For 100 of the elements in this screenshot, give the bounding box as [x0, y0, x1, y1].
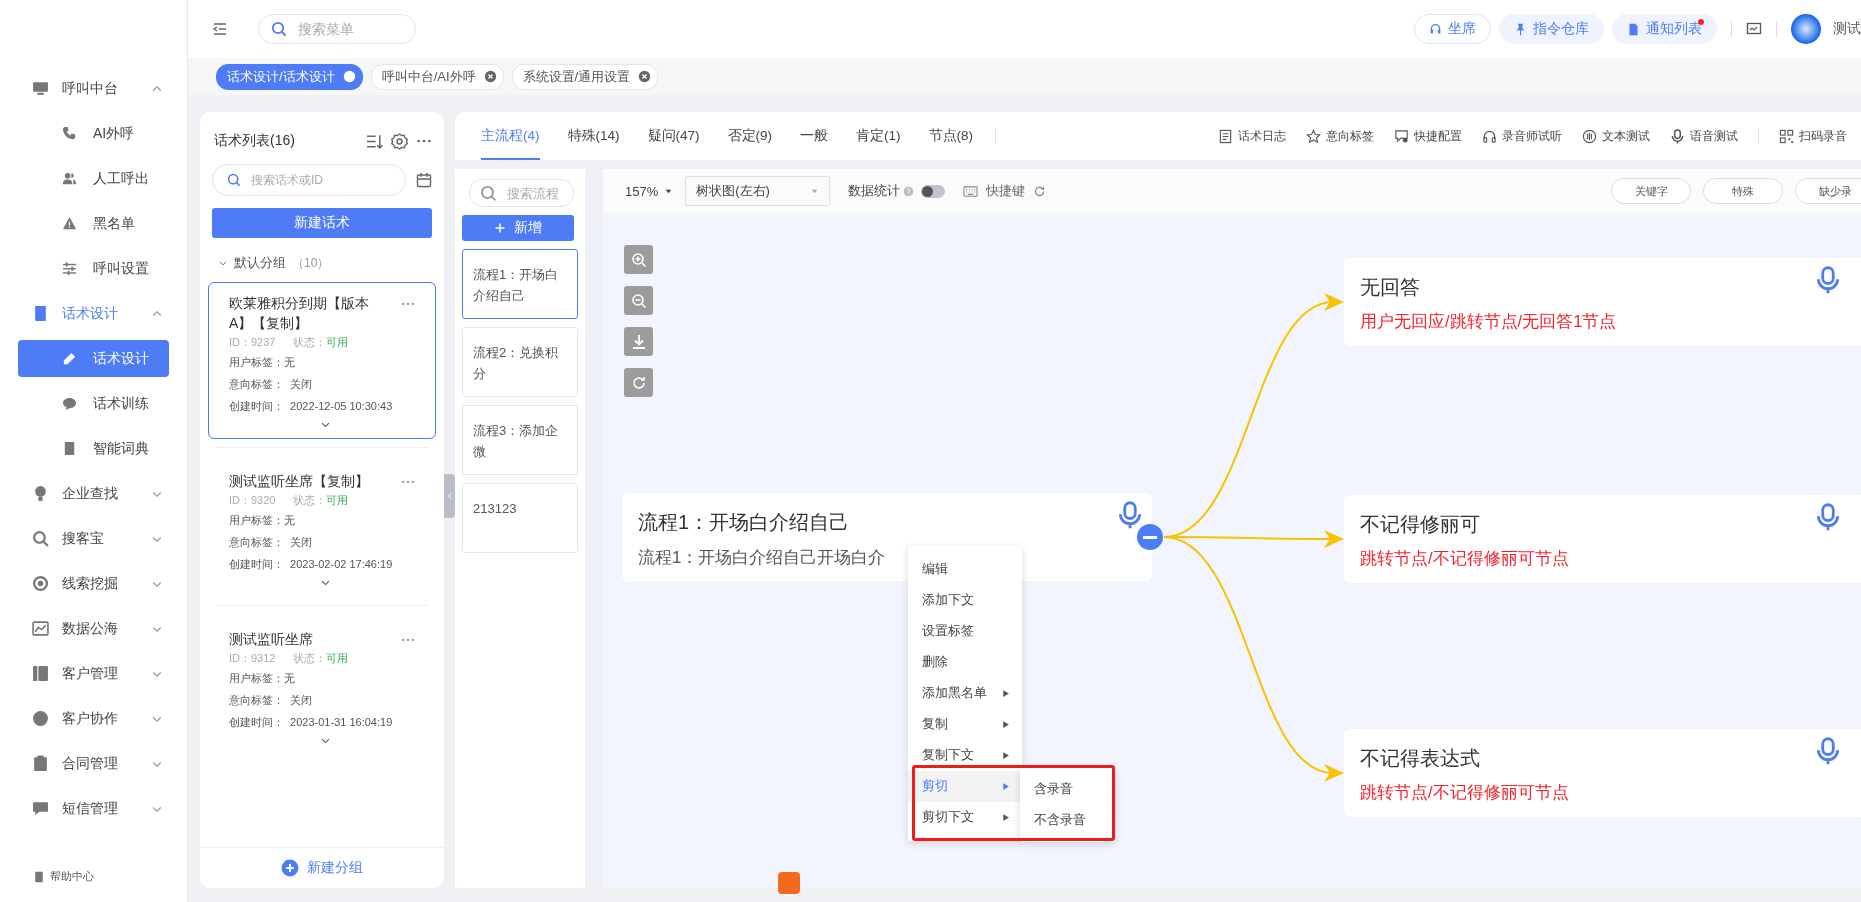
flow-node[interactable]: 无回答 用户无回应/跳转节点/无回答1节点	[1344, 258, 1861, 346]
menu-item[interactable]: 含录音	[1020, 774, 1115, 805]
avatar[interactable]	[1791, 14, 1821, 44]
menu-item[interactable]: 添加下文	[908, 585, 1022, 616]
menu-item[interactable]: 复制	[908, 709, 1022, 740]
collapse-handle[interactable]	[444, 474, 455, 518]
sidebar-item[interactable]: 短信管理	[0, 786, 187, 831]
microphone-icon[interactable]	[1814, 266, 1842, 294]
script-card[interactable]: 欧莱雅积分到期【版本A】【复制】 ID：9237 状态：可用 用户标签：无 意向标签： 关闭 创建时间： 2022-12-05 10:30:43	[208, 282, 436, 439]
sidebar-item[interactable]: 搜客宝	[0, 516, 187, 561]
zoom-out-button[interactable]	[624, 286, 653, 315]
microphone-icon[interactable]	[1814, 503, 1842, 531]
filter-button[interactable]: 关键字	[1611, 178, 1691, 204]
plus-icon	[494, 222, 506, 234]
sidebar-item[interactable]: 数据公海	[0, 606, 187, 651]
sidebar-subitem[interactable]: AI外呼	[0, 115, 169, 152]
new-script-button[interactable]: 新建话术	[212, 208, 432, 238]
sidebar-subitem[interactable]: 话术设计	[18, 340, 169, 377]
toolbar-link[interactable]: 文本测试	[1602, 128, 1650, 144]
sidebar-subitem[interactable]: 话术训练	[0, 385, 169, 422]
zoom-dropdown[interactable]: 157%	[625, 183, 674, 199]
menu-item[interactable]: 不含录音	[1020, 805, 1115, 836]
sidebar-item[interactable]: 线索挖掘	[0, 561, 187, 606]
sidebar-subitem[interactable]: 人工呼出	[0, 160, 169, 197]
filter-button[interactable]: 缺少录	[1795, 178, 1861, 204]
flow-tab[interactable]: 否定(9)	[713, 112, 787, 160]
flow-tab[interactable]: 肯定(1)	[842, 112, 915, 160]
new-group-link[interactable]: 新建分组	[307, 859, 363, 877]
settings-icon[interactable]	[391, 132, 408, 150]
status-label: 状态：	[293, 494, 327, 506]
monitor-icon[interactable]	[1746, 21, 1762, 37]
flow-tab[interactable]: 节点(8)	[914, 112, 988, 160]
download-button[interactable]	[624, 327, 653, 356]
menu-item[interactable]: 剪切下文	[908, 802, 1022, 833]
stats-toggle[interactable]	[921, 184, 946, 198]
script-card[interactable]: 测试监听坐席 ID：9312 状态：可用 用户标签：无 意向标签： 关闭 创建时间： 2023-01-31 16:04:19	[208, 618, 436, 755]
menu-item[interactable]: 剪切	[908, 771, 1022, 802]
toolbar-link[interactable]: 扫码录音	[1799, 128, 1847, 144]
sidebar-subitem[interactable]: 智能词典	[0, 430, 169, 467]
toolbar-button[interactable]: 指令仓库	[1499, 14, 1604, 44]
menu-icon[interactable]	[212, 21, 228, 37]
flow-tab[interactable]: 主流程(4)	[467, 112, 554, 160]
group-label[interactable]: 默认分组	[234, 254, 286, 272]
sidebar-subitem[interactable]: 呼叫设置	[0, 250, 169, 287]
search-field[interactable]: 搜索流程	[469, 179, 574, 207]
sort-icon[interactable]	[366, 132, 383, 150]
toolbar-link[interactable]: 快捷配置	[1414, 128, 1462, 144]
filter-button[interactable]: 特殊	[1703, 178, 1783, 204]
search-input[interactable]: 搜索话术或ID	[249, 172, 363, 188]
sidebar-item[interactable]: 合同管理	[0, 741, 187, 786]
sidebar-item[interactable]: 话术设计	[0, 291, 187, 336]
refresh-icon[interactable]	[1033, 184, 1047, 198]
add-flow-button[interactable]: 新增	[462, 215, 574, 241]
sidebar-subitem[interactable]: 黑名单	[0, 205, 169, 242]
flow-item[interactable]: 213123	[462, 483, 578, 553]
shortcut-link[interactable]: 快捷键	[986, 182, 1026, 200]
flow-item[interactable]: 流程2：兑换积分	[462, 327, 578, 397]
phone-icon	[62, 126, 77, 141]
chevron-icon[interactable]	[218, 258, 228, 268]
flow-node[interactable]: 不记得修丽可 跳转节点/不记得修丽可节点	[1344, 495, 1861, 583]
flow-item[interactable]: 流程3：添加企微	[462, 405, 578, 475]
sidebar-item[interactable]: 客户协作	[0, 696, 187, 741]
flow-tab[interactable]: 特殊(14)	[553, 112, 634, 160]
search-input[interactable]: 搜索菜单	[296, 20, 400, 38]
toolbar-link[interactable]: 录音师试听	[1502, 128, 1562, 144]
calendar-icon[interactable]	[416, 172, 432, 188]
menu-item[interactable]: 复制下文	[908, 740, 1022, 771]
intent-tag-text: 意向标签： 关闭	[229, 693, 314, 708]
zoom-in-button[interactable]	[624, 245, 653, 274]
sidebar-item[interactable]: 呼叫中台	[0, 66, 187, 111]
flow-item[interactable]: 流程1：开场白介绍自己	[462, 249, 578, 319]
toolbar-button[interactable]: 通知列表	[1612, 14, 1717, 44]
menu-item[interactable]: 删除	[908, 647, 1022, 678]
people-icon	[62, 171, 77, 186]
message-icon	[32, 800, 49, 817]
script-card[interactable]: 测试监听坐席【复制】 ID：9320 状态：可用 用户标签：无 意向标签： 关闭 创建时间： 2023-02-02 17:46:19	[208, 460, 436, 597]
flow-tab[interactable]: 疑问(47)	[633, 112, 714, 160]
refresh-button[interactable]	[624, 368, 653, 397]
created-time: 创建时间： 2022-12-05 10:30:43	[229, 399, 394, 414]
flow-node[interactable]: 不记得表达式 跳转节点/不记得修丽可节点	[1344, 729, 1861, 817]
target-icon	[32, 575, 49, 592]
microphone-icon[interactable]	[1116, 501, 1144, 529]
node-subtitle: 跳转节点/不记得修丽可节点	[1360, 782, 1569, 803]
help-link[interactable]: 帮助中心	[50, 869, 94, 884]
user-name[interactable]: 测试	[1833, 20, 1861, 38]
menu-item[interactable]: 设置标签	[908, 616, 1022, 647]
layout-select[interactable]: 树状图(左右)	[685, 176, 831, 206]
page-tab[interactable]: 系统设置/通用设置	[511, 63, 659, 90]
toolbar-link[interactable]: 意向标签	[1326, 128, 1374, 144]
collapse-button[interactable]	[1137, 524, 1163, 550]
microphone-icon[interactable]	[1814, 737, 1842, 765]
page-tab[interactable]: 话术设计/话术设计	[216, 63, 363, 90]
sidebar-item[interactable]: 客户管理	[0, 651, 187, 696]
toolbar-link[interactable]: 话术日志	[1238, 128, 1286, 144]
toolbar-link[interactable]: 语音测试	[1690, 128, 1738, 144]
toolbar-button[interactable]: 坐席	[1414, 14, 1491, 44]
flow-tab[interactable]: 一般	[786, 112, 843, 160]
sidebar-item[interactable]: 企业查找	[0, 471, 187, 516]
page-tab[interactable]: 呼叫中台/AI外呼	[370, 63, 504, 90]
menu-item[interactable]: 添加黑名单	[908, 678, 1022, 709]
